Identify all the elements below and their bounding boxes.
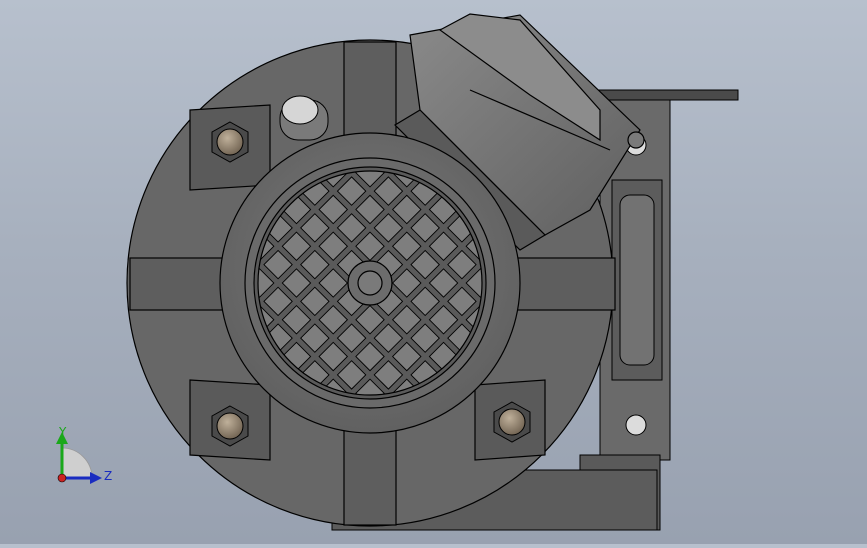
z-axis-arrowhead <box>90 472 102 484</box>
graphics-viewport[interactable]: Y Z <box>0 0 867 544</box>
cad-model-view[interactable]: Y Z <box>0 0 867 544</box>
z-axis-label: Z <box>104 469 112 483</box>
origin-dot <box>57 473 67 483</box>
triad-plane-icon <box>61 447 93 479</box>
y-axis-label: Y <box>58 425 67 439</box>
axis-triad[interactable]: Y Z <box>56 425 112 484</box>
